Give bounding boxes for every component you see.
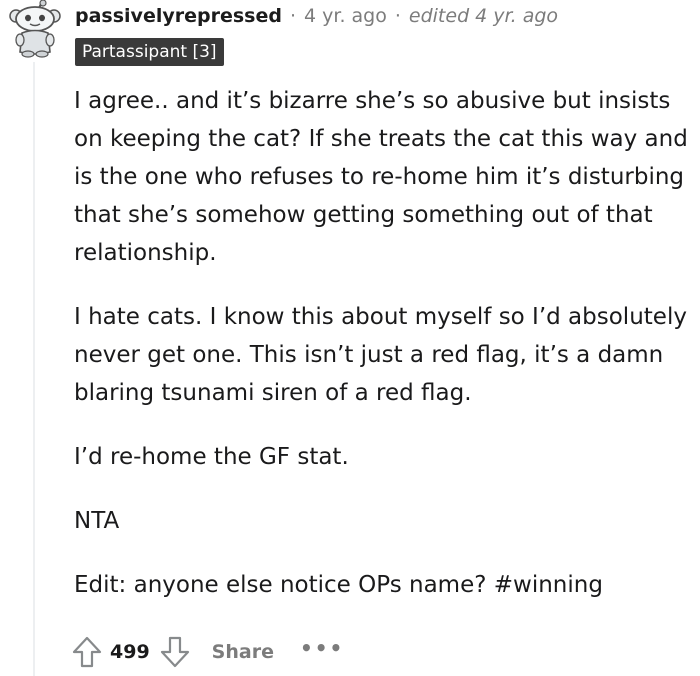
comment-body: I agree.. and it’s bizarre she’s so abus…	[74, 82, 694, 630]
downvote-arrow-icon	[160, 636, 189, 668]
meta-separator: ·	[289, 5, 296, 27]
meta-separator: ·	[394, 5, 401, 27]
upvote-button[interactable]	[70, 632, 104, 672]
comment-meta: passivelyrepressed · 4 yr. ago · edited …	[75, 2, 558, 30]
comment-paragraph: NTA	[74, 508, 120, 534]
more-options-button[interactable]: •••	[300, 636, 344, 660]
upvote-arrow-icon	[72, 636, 102, 668]
vote-score: 499	[110, 641, 150, 663]
comment-actions: 499 Share •••	[70, 628, 344, 676]
snoo-avatar-icon	[9, 0, 61, 58]
user-flair: Partassipant [3]	[75, 38, 224, 66]
avatar[interactable]	[8, 0, 62, 58]
comment-paragraph: I hate cats. I know this about myself so…	[74, 304, 687, 406]
thread-line[interactable]	[33, 62, 35, 676]
comment-paragraph: Edit: anyone else notice OPs name? #winn…	[74, 572, 603, 598]
comment-paragraph: I’d re-home the GF stat.	[74, 444, 349, 470]
username-link[interactable]: passivelyrepressed	[75, 5, 282, 27]
comment: passivelyrepressed · 4 yr. ago · edited …	[0, 0, 700, 676]
edited-timestamp: edited 4 yr. ago	[408, 5, 559, 27]
comment-timestamp[interactable]: 4 yr. ago	[304, 5, 387, 27]
downvote-button[interactable]	[158, 632, 192, 672]
share-button[interactable]: Share	[212, 641, 274, 663]
comment-paragraph: I agree.. and it’s bizarre she’s so abus…	[74, 88, 688, 266]
